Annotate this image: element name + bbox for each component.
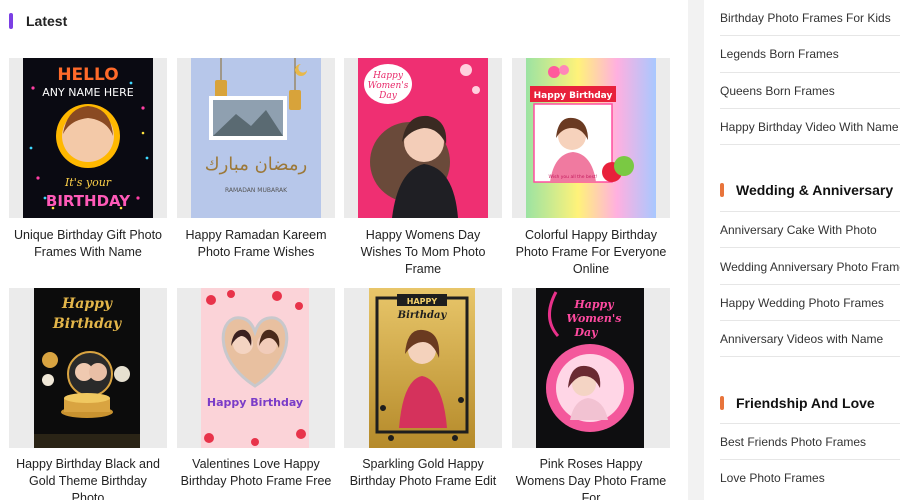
card-caption[interactable]: Sparkling Gold Happy Birthday Photo Fram…: [344, 456, 502, 490]
frame-card[interactable]: Happy Birthday Happy Birthday Black and …: [9, 288, 167, 500]
card-thumbnail[interactable]: Happy Birthday Wish you all the best!: [512, 58, 670, 218]
card-thumbnail[interactable]: HAPPY Birthday: [344, 288, 502, 448]
sidebar-section-header: Friendship And Love: [720, 395, 875, 411]
womens-day-poster: Happy Women's Day: [358, 58, 488, 218]
sidebar-divider: [720, 144, 900, 145]
section-accent-bar: [720, 396, 724, 410]
poster-birthday-text: BIRTHDAY: [46, 192, 131, 210]
ramadan-poster: رمضان مبارك RAMADAN MUBARAK: [191, 58, 321, 218]
poster-day-text: Day: [378, 91, 398, 101]
poster-happy-text: HAPPY: [407, 297, 438, 306]
card-caption[interactable]: Pink Roses Happy Womens Day Photo Frame …: [512, 456, 670, 500]
card-caption[interactable]: Happy Birthday Black and Gold Theme Birt…: [9, 456, 167, 500]
poster-name-text: ANY NAME HERE: [42, 86, 134, 99]
frame-card[interactable]: Happy Women's Day Pink Roses Happy Women…: [512, 288, 670, 500]
poster-happy-birthday-text: Happy Birthday: [207, 396, 303, 409]
section-accent-bar: [720, 183, 724, 197]
poster-happy-birthday-text: Happy Birthday: [534, 91, 613, 101]
poster-happy-text: Happy: [61, 296, 113, 312]
frame-card[interactable]: Happy Birthday Wish you all the best! Co…: [512, 58, 670, 278]
sidebar-link[interactable]: Happy Birthday Video With Name: [720, 120, 900, 134]
card-thumbnail[interactable]: Happy Birthday: [9, 288, 167, 448]
poster-ramadan-text: RAMADAN MUBARAK: [225, 187, 288, 194]
poster-its-your-text: It's your: [64, 176, 112, 189]
sidebar-section-header: Wedding & Anniversary: [720, 182, 893, 198]
sidebar-link[interactable]: Best Friends Photo Frames: [720, 435, 900, 449]
poster-day-text: Day: [573, 326, 599, 339]
poster-happy-text: Happy: [573, 298, 615, 311]
poster-birthday-text: Birthday: [52, 316, 122, 332]
sidebar-divider: [720, 35, 900, 36]
pink-roses-poster: Happy Women's Day: [536, 288, 644, 448]
card-caption[interactable]: Happy Ramadan Kareem Photo Frame Wishes: [177, 227, 335, 261]
poster-arabic-text: رمضان مبارك: [205, 154, 307, 175]
section-title: Latest: [26, 13, 68, 29]
frame-card[interactable]: HAPPY Birthday Sparkling Gold Happy Birt…: [344, 288, 502, 490]
sidebar-divider: [720, 211, 900, 212]
sidebar-link[interactable]: Wedding Anniversary Photo Frames: [720, 260, 900, 274]
card-caption[interactable]: Happy Womens Day Wishes To Mom Photo Fra…: [344, 227, 502, 278]
sidebar-divider: [720, 247, 900, 248]
colorful-birthday-poster: Happy Birthday Wish you all the best!: [526, 58, 656, 218]
black-gold-birthday-poster: Happy Birthday: [34, 288, 140, 448]
card-thumbnail[interactable]: HELLO ANY NAME HERE It's your BIRTHDAY: [9, 58, 167, 218]
sidebar-link[interactable]: Legends Born Frames: [720, 47, 900, 61]
sidebar-link[interactable]: Queens Born Frames: [720, 84, 900, 98]
sidebar-divider: [720, 459, 900, 460]
sidebar-divider: [720, 72, 900, 73]
section-accent-bar: [9, 13, 13, 29]
sidebar-divider: [720, 423, 900, 424]
frame-card[interactable]: Happy Women's Day Happy Womens Day Wishe…: [344, 58, 502, 278]
content-sidebar-divider: [688, 0, 704, 500]
card-thumbnail[interactable]: رمضان مبارك RAMADAN MUBARAK: [177, 58, 335, 218]
card-thumbnail[interactable]: Happy Birthday: [177, 288, 335, 448]
poster-hello-text: HELLO: [57, 65, 118, 85]
card-caption[interactable]: Colorful Happy Birthday Photo Frame For …: [512, 227, 670, 278]
sidebar-divider: [720, 284, 900, 285]
poster-wish-text: Wish you all the best!: [549, 174, 598, 180]
sparkling-gold-poster: HAPPY Birthday: [369, 288, 475, 448]
poster-happy-text: Happy: [372, 71, 404, 81]
sidebar-section-title: Friendship And Love: [736, 395, 875, 411]
sidebar-divider: [720, 108, 900, 109]
birthday-name-poster: HELLO ANY NAME HERE It's your BIRTHDAY: [23, 58, 153, 218]
sidebar-link[interactable]: Happy Wedding Photo Frames: [720, 296, 900, 310]
sidebar-section-title: Wedding & Anniversary: [736, 182, 894, 198]
sidebar-link[interactable]: Anniversary Cake With Photo: [720, 223, 900, 237]
card-thumbnail[interactable]: Happy Women's Day: [344, 58, 502, 218]
sidebar: Birthday Photo Frames For Kids Legends B…: [704, 0, 900, 500]
card-caption[interactable]: Valentines Love Happy Birthday Photo Fra…: [177, 456, 335, 490]
card-caption[interactable]: Unique Birthday Gift Photo Frames With N…: [9, 227, 167, 261]
sidebar-divider: [720, 320, 900, 321]
poster-womens-text: Women's: [368, 81, 409, 91]
sidebar-divider: [720, 356, 900, 357]
poster-womens-text: Women's: [567, 312, 622, 325]
sidebar-link[interactable]: Birthday Photo Frames For Kids: [720, 11, 900, 25]
frame-card[interactable]: رمضان مبارك RAMADAN MUBARAK Happy Ramada…: [177, 58, 335, 261]
latest-section-header: Latest: [9, 12, 67, 30]
sidebar-link[interactable]: Anniversary Videos with Name: [720, 332, 900, 346]
frame-card[interactable]: HELLO ANY NAME HERE It's your BIRTHDAY U…: [9, 58, 167, 261]
poster-birthday-text: Birthday: [397, 310, 448, 321]
main-content: Latest HELLO ANY NAME HERE It's your BIR…: [0, 0, 688, 500]
frame-card[interactable]: Happy Birthday Valentines Love Happy Bir…: [177, 288, 335, 490]
card-thumbnail[interactable]: Happy Women's Day: [512, 288, 670, 448]
sidebar-link[interactable]: Love Photo Frames: [720, 471, 900, 485]
valentine-birthday-poster: Happy Birthday: [201, 288, 309, 448]
